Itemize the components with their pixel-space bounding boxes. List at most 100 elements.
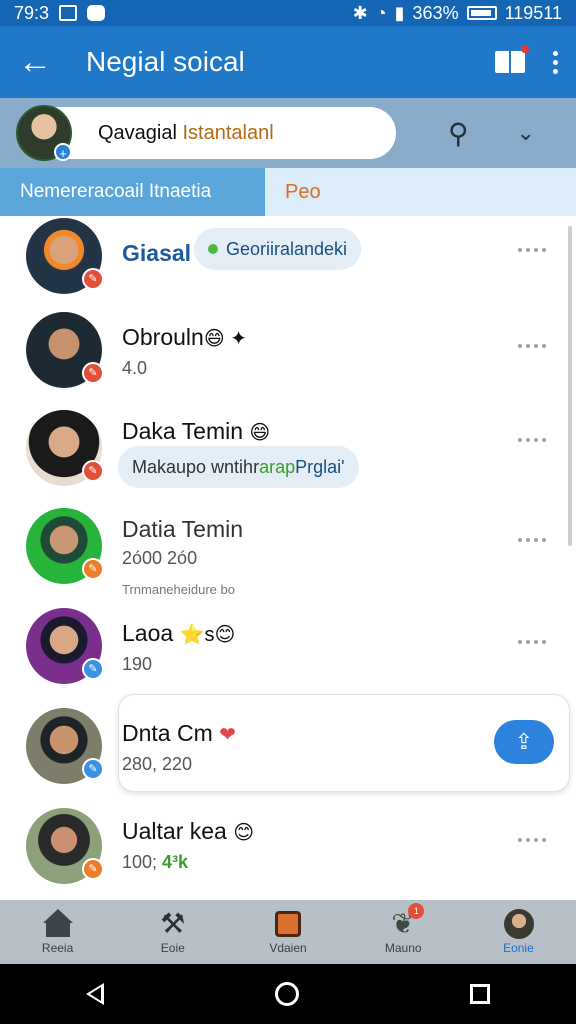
more-horiz-icon[interactable] (518, 438, 546, 442)
profile-row: + Qavagial Istantalanl ⚲ ⌄ (0, 98, 576, 168)
more-horiz-icon[interactable] (518, 344, 546, 348)
chevron-down-icon[interactable]: ⌄ (517, 120, 535, 146)
emoji: ❤ (219, 724, 236, 746)
add-icon[interactable]: + (54, 143, 72, 161)
status-chip[interactable]: Georiiralandeki (194, 228, 362, 270)
system-back-icon[interactable] (85, 983, 104, 1005)
dot (518, 248, 522, 252)
dot (518, 438, 522, 442)
status-chip[interactable]: Makaupo wntihr arap Prglai' (118, 446, 359, 488)
status-badge: ✎ (82, 362, 104, 384)
dot (542, 438, 546, 442)
more-horiz-icon[interactable] (518, 640, 546, 644)
nav-item-tools[interactable]: ⚒ Eoie (115, 900, 230, 964)
avatar[interactable]: ✎ (26, 808, 104, 884)
screen: 79:3 ✱ ◔ ▮ 363% 119511 ← Negial soical +… (0, 0, 576, 1024)
chip-text-c: Prglai' (295, 456, 345, 477)
nav-item-grid[interactable]: Vdaien (230, 900, 345, 964)
system-nav-bar (0, 964, 576, 1024)
dot (518, 640, 522, 644)
dot (534, 248, 538, 252)
list-item[interactable]: ✎ Dnta Cm ❤ 280, 220 (0, 704, 576, 800)
status-badge: ✎ (82, 558, 104, 580)
search-icon[interactable]: ⚲ (448, 117, 469, 150)
status-badge: ✎ (82, 268, 104, 290)
contact-name: Daka Temin 😄 (122, 418, 270, 445)
more-horiz-icon[interactable] (518, 538, 546, 542)
app-actions (495, 45, 558, 75)
more-horiz-icon[interactable] (518, 838, 546, 842)
system-home-icon[interactable] (274, 982, 299, 1006)
more-horiz-icon[interactable] (518, 248, 546, 252)
avatar[interactable]: ✎ (26, 508, 104, 584)
contact-list: ✎ Giasal Georiiralandeki ✎ Obrouln😄 ✦ 4.… (0, 216, 576, 900)
avatar[interactable]: ✎ (26, 312, 104, 388)
list-item[interactable]: ✎ Ualtar kea 😊 100; 4³k (0, 804, 576, 900)
contact-name: Dnta Cm ❤ (122, 720, 236, 747)
dot (526, 438, 530, 442)
list-item[interactable]: ✎ Giasal Georiiralandeki (0, 216, 576, 312)
avatar[interactable]: ✎ (26, 708, 104, 784)
nav-item-profile[interactable]: Eonie (461, 900, 576, 964)
contact-subtext: 190 (122, 654, 153, 674)
list-item[interactable]: ✎ Daka Temin 😄 Makaupo wntihr arap Prglai… (0, 408, 576, 504)
dot (534, 640, 538, 644)
avatar[interactable]: ✎ (26, 410, 104, 486)
book-page-right (511, 51, 525, 73)
emoji: ⭐s😊 (179, 624, 236, 646)
subtext-b: 4³k (162, 852, 189, 872)
contact-subtext: 2ó00 2ó0 (122, 548, 198, 568)
dot (534, 838, 538, 842)
dot (542, 344, 546, 348)
dot (534, 344, 538, 348)
bottom-nav: Reeia ⚒ Eoie Vdaien ❦ 1 Mauno Eonie (0, 900, 576, 964)
app-title: Negial soical (86, 46, 245, 77)
tabs: Nemereracoail Itnaetia Peo (0, 168, 576, 216)
dot (518, 344, 522, 348)
tab-primary[interactable]: Nemereracoail Itnaetia (0, 168, 265, 216)
app-bar: ← Negial soical (0, 26, 576, 98)
nav-label: Reeia (41, 941, 74, 955)
status-right: ✱ ◔ ▮ 363% 119511 (353, 3, 562, 24)
list-item[interactable]: ✎ Obrouln😄 ✦ 4.0 (0, 312, 576, 408)
back-arrow-icon[interactable]: ← (18, 45, 58, 79)
profile-avatar[interactable]: + (16, 105, 72, 161)
list-item[interactable]: ✎ Laoa ⭐s😊 190 (0, 604, 576, 700)
more-dot (553, 59, 558, 65)
avatar[interactable]: ✎ (26, 218, 104, 294)
emoji: 😄 (249, 422, 271, 444)
book-icon[interactable] (495, 45, 529, 75)
wifi-icon: ◔ (375, 2, 387, 23)
chip-text-b: arap (259, 456, 296, 477)
profile-icon (501, 909, 535, 939)
home-body (45, 921, 70, 937)
contact-tiny-text: Trnmaneheidure bo (122, 582, 235, 597)
contact-subtext: 4.0 (122, 358, 148, 378)
chip-text-a: Makaupo wntihr (132, 456, 260, 477)
signal-icon: ▮ (394, 2, 405, 23)
share-button[interactable]: ⇪ (494, 720, 554, 764)
list-item[interactable]: ✎ Datia Temin 2ó00 2ó0 Trnmaneheidure bo (0, 504, 576, 604)
profile-pill[interactable]: + Qavagial Istantalanl (16, 105, 396, 161)
nav-item-home[interactable]: Reeia (0, 900, 115, 964)
contact-subtext: 100; 4³k (122, 852, 188, 873)
dot (526, 640, 530, 644)
profile-name-main: Qavagial (98, 121, 183, 144)
avatar[interactable]: ✎ (26, 608, 104, 684)
contact-name-text: Laoa (122, 620, 174, 646)
home-icon (41, 909, 75, 939)
chip-text: Georiiralandeki (226, 238, 348, 259)
dot (542, 640, 546, 644)
tab-secondary[interactable]: Peo (265, 168, 576, 216)
dot (542, 248, 546, 252)
nav-item-leaf[interactable]: ❦ 1 Mauno (346, 900, 461, 964)
status-badge: ✎ (82, 858, 104, 880)
more-vert-icon[interactable] (553, 50, 558, 74)
contact-name-text: Dnta Cm (122, 720, 213, 746)
system-recents-icon[interactable] (470, 984, 491, 1004)
dot (534, 538, 538, 542)
emoji: 😄 ✦ (203, 328, 247, 350)
nav-label: Mauno (384, 941, 422, 955)
app-notification-icon (87, 5, 106, 21)
profile-name: Qavagial Istantalanl (98, 122, 274, 145)
